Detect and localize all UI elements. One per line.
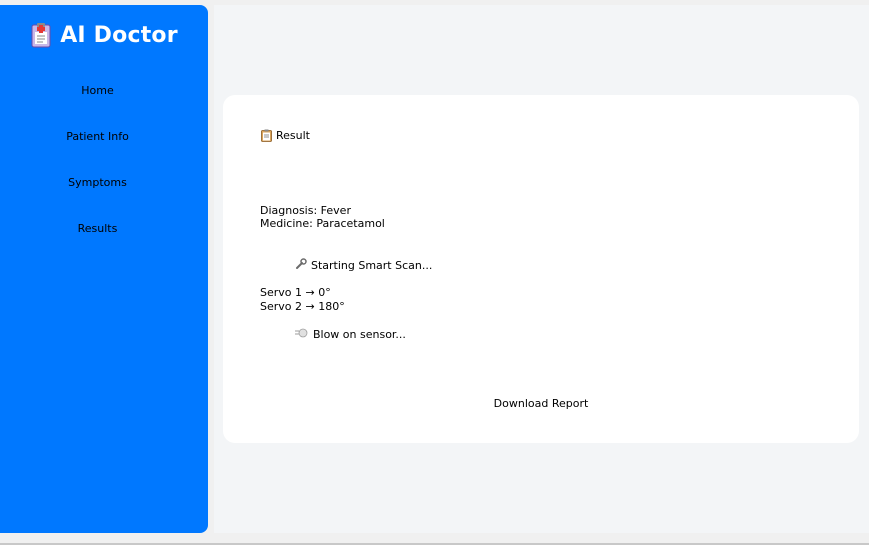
medical-clipboard-icon — [30, 22, 52, 48]
wind-icon — [260, 313, 309, 355]
sidebar-item-symptoms[interactable]: Symptoms — [0, 176, 195, 189]
diagnosis-text: Diagnosis: Fever — [260, 204, 351, 217]
medicine-text: Medicine: Paracetamol — [260, 217, 385, 231]
result-output: Diagnosis: Fever Medicine: Paracetamol S… — [260, 204, 432, 355]
result-title: Result — [276, 129, 310, 142]
app-title: AI Doctor — [60, 22, 178, 48]
sidebar-item-patient-info[interactable]: Patient Info — [0, 130, 195, 143]
result-header: Result — [261, 129, 310, 142]
clipboard-icon — [261, 129, 272, 142]
sensor-text: Blow on sensor... — [312, 327, 406, 341]
scan-line: Starting Smart Scan... — [260, 244, 432, 286]
sidebar-item-home[interactable]: Home — [0, 84, 195, 97]
sidebar: AI Doctor Home Patient Info Symptoms Res… — [0, 5, 208, 533]
result-card: Result Diagnosis: Fever Medicine: Parace… — [223, 95, 859, 443]
servo1-text: Servo 1 → 0° — [260, 286, 331, 300]
sidebar-item-results[interactable]: Results — [0, 222, 195, 235]
download-report-button[interactable]: Download Report — [223, 397, 859, 410]
brand: AI Doctor — [0, 17, 208, 53]
scan-start-text: Starting Smart Scan... — [310, 258, 433, 272]
sensor-line: Blow on sensor... — [260, 313, 432, 355]
app-window: AI Doctor Home Patient Info Symptoms Res… — [0, 0, 869, 545]
wrench-icon — [260, 244, 307, 286]
servo2-text: Servo 2 → 180° — [260, 299, 345, 313]
